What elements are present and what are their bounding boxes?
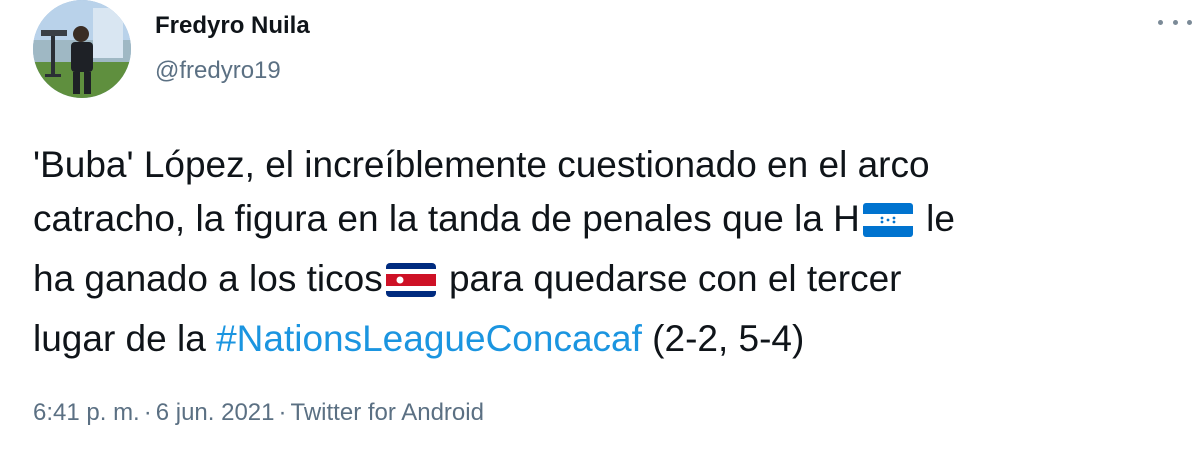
more-options-icon[interactable] — [1158, 12, 1192, 32]
tweet-text: 'Buba' López, el increíblemente cuestion… — [33, 138, 1183, 366]
tweet-line-4: lugar de la #NationsLeagueConcacaf (2-2,… — [33, 312, 1183, 366]
tweet-line-2: catracho, la figura en la tanda de penal… — [33, 192, 1183, 252]
user-display-name[interactable]: Fredyro Nuila — [155, 12, 310, 40]
tweet-line-3: ha ganado a los ticos para quedarse con … — [33, 252, 1183, 312]
tweet-time[interactable]: 6:41 p. m. — [33, 399, 140, 426]
avatar[interactable] — [33, 0, 131, 98]
hashtag-link[interactable]: #NationsLeagueConcacaf — [216, 318, 642, 359]
tweet-line-1: 'Buba' López, el increíblemente cuestion… — [33, 144, 930, 185]
tweet-text-segment: (2-2, 5-4) — [641, 318, 805, 359]
tweet-card: Fredyro Nuila @fredyro19 'Buba' López, e… — [0, 0, 1200, 466]
avatar-photo — [33, 0, 131, 98]
tweet-text-segment: catracho, la figura en la tanda de penal… — [33, 198, 860, 239]
costa-rica-flag-icon — [385, 258, 436, 312]
tweet-date[interactable]: 6 jun. 2021 — [156, 399, 275, 426]
separator: · — [278, 399, 287, 426]
tweet-text-segment: lugar de la — [33, 318, 217, 359]
tweet-text-segment: para quedarse con el tercer — [438, 258, 902, 299]
tweet-client[interactable]: Twitter for Android — [291, 399, 484, 426]
tweet-text-segment: ha ganado a los ticos — [33, 258, 383, 299]
user-handle[interactable]: @fredyro19 — [155, 57, 281, 85]
separator: · — [143, 399, 152, 426]
tweet-text-segment: le — [915, 198, 955, 239]
honduras-flag-icon — [862, 198, 913, 252]
tweet-metadata: 6:41 p. m. · 6 jun. 2021 · Twitter for Andro… — [33, 399, 484, 427]
